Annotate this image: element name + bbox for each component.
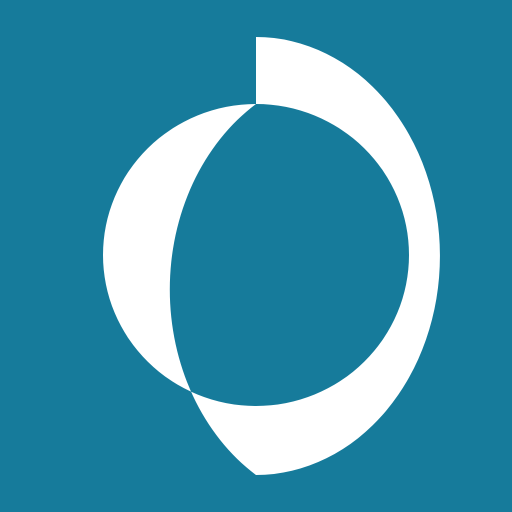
circular-logo-icon [0, 0, 512, 512]
logo-tile [0, 0, 512, 512]
